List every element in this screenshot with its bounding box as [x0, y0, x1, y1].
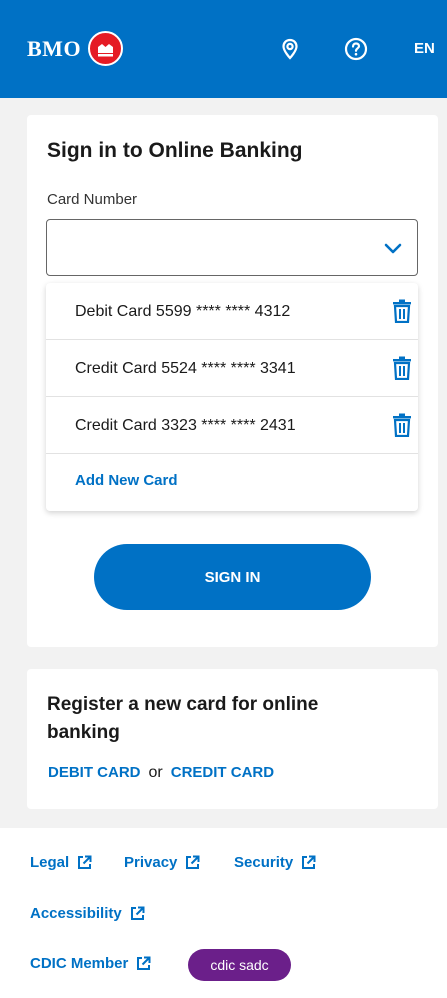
- footer: Legal Privacy Security Accessibility CDI…: [0, 828, 447, 998]
- add-new-card-link[interactable]: Add New Card: [75, 472, 178, 489]
- privacy-link[interactable]: Privacy: [124, 854, 200, 871]
- cdic-sadc-badge[interactable]: cdic sadc: [188, 949, 291, 981]
- external-link-icon: [78, 855, 92, 869]
- card-number-label: Card Number: [47, 191, 138, 208]
- card-number-select[interactable]: [46, 219, 418, 276]
- saved-card-label: Credit Card 5524 **** **** 3341: [75, 360, 296, 377]
- chevron-down-icon: [383, 238, 403, 258]
- cdic-member-link-label: CDIC Member: [30, 955, 129, 972]
- location-pin-icon[interactable]: [278, 37, 302, 61]
- accessibility-link[interactable]: Accessibility: [30, 905, 145, 922]
- help-circle-icon[interactable]: [344, 37, 368, 61]
- saved-card-option[interactable]: Debit Card 5599 **** **** 4312: [46, 283, 418, 340]
- saved-card-option[interactable]: Credit Card 5524 **** **** 3341: [46, 340, 418, 397]
- legal-link-label: Legal: [30, 854, 70, 871]
- register-credit-card-link[interactable]: CREDIT CARD: [171, 764, 274, 781]
- privacy-link-label: Privacy: [124, 854, 178, 871]
- security-link[interactable]: Security: [234, 854, 316, 871]
- register-card: Register a new card for online banking D…: [27, 669, 438, 809]
- saved-card-label: Debit Card 5599 **** **** 4312: [75, 303, 291, 320]
- trash-icon[interactable]: [391, 413, 413, 438]
- bmo-logo-text[interactable]: BMO: [27, 36, 81, 62]
- external-link-icon: [137, 956, 151, 970]
- external-link-icon: [130, 906, 145, 920]
- saved-card-option[interactable]: Credit Card 3323 **** **** 2431: [46, 397, 418, 454]
- accessibility-link-label: Accessibility: [30, 905, 122, 922]
- or-text: or: [148, 764, 163, 781]
- register-title: Register a new card for online banking: [47, 694, 319, 743]
- external-link-icon: [302, 855, 316, 869]
- language-toggle[interactable]: EN: [414, 40, 435, 57]
- external-link-icon: [186, 855, 200, 869]
- register-debit-card-link[interactable]: DEBIT CARD: [48, 764, 141, 781]
- security-link-label: Security: [234, 854, 294, 871]
- saved-card-label: Credit Card 3323 **** **** 2431: [75, 417, 296, 434]
- register-links: DEBIT CARD or CREDIT CARD: [48, 764, 274, 782]
- page-title: Sign in to Online Banking: [47, 139, 303, 162]
- trash-icon[interactable]: [391, 299, 413, 324]
- bmo-roundel-logo-icon[interactable]: [88, 31, 123, 66]
- trash-icon[interactable]: [391, 356, 413, 381]
- cdic-member-link[interactable]: CDIC Member: [30, 955, 151, 972]
- sign-in-button[interactable]: SIGN IN: [94, 544, 371, 610]
- signin-card: Sign in to Online Banking Card Number De…: [27, 115, 438, 647]
- legal-link[interactable]: Legal: [30, 854, 92, 871]
- app-header: BMO EN: [0, 0, 447, 98]
- card-dropdown-list: Debit Card 5599 **** **** 4312 Credit Ca…: [46, 283, 418, 511]
